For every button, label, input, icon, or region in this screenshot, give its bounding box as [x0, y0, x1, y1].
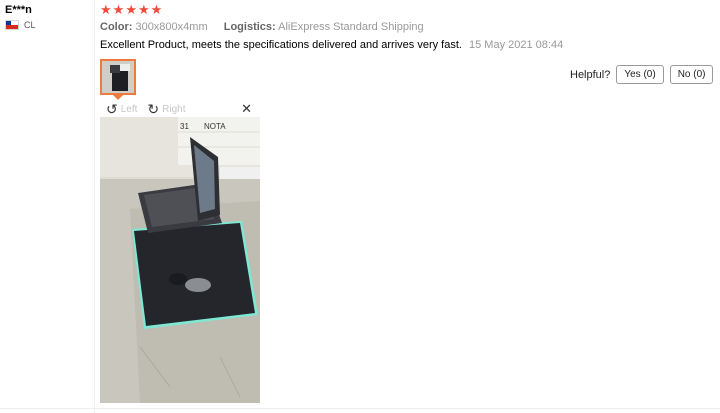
star-icon: ★ — [100, 2, 112, 17]
rotate-left-button[interactable]: ↺ Left — [106, 102, 137, 116]
review-photo: 31 NOTA — [100, 117, 260, 403]
country-code: CL — [24, 20, 36, 30]
star-rating: ★ ★ ★ ★ ★ — [100, 3, 162, 16]
photo-viewer-toolbar: ↺ Left ↻ Right ✕ — [100, 101, 260, 117]
helpful-yes-button[interactable]: Yes (0) — [616, 65, 664, 84]
thumbnail-pointer — [113, 95, 123, 100]
star-icon: ★ — [112, 2, 125, 17]
helpful-label: Helpful? — [570, 68, 611, 81]
review-date: 15 May 2021 08:44 — [469, 39, 564, 51]
review-divider — [0, 408, 720, 409]
review-meta: Color: 300x800x4mm Logistics: AliExpress… — [100, 21, 424, 33]
chile-flag-icon — [5, 20, 19, 30]
helpful-no-button[interactable]: No (0) — [669, 65, 714, 84]
helpful-votes: Helpful? Yes (0) No (0) — [570, 65, 714, 84]
logistics-label: Logistics: — [223, 21, 276, 33]
rotate-right-label: Right — [162, 103, 186, 115]
reviewer-name: E***n — [5, 4, 32, 16]
review-content: Excellent Product, meets the specificati… — [100, 39, 563, 51]
paper-text-nota: NOTA — [204, 122, 226, 131]
color-value: 300x800x4mm — [135, 21, 208, 33]
rotate-left-label: Left — [120, 103, 138, 115]
rotate-right-icon: ↻ — [147, 101, 160, 117]
rotate-right-button[interactable]: ↻ Right — [147, 102, 185, 116]
reviewer-country: CL — [5, 20, 36, 30]
close-icon[interactable]: ✕ — [241, 101, 252, 117]
star-icon: ★ — [150, 2, 163, 17]
paper-text-31: 31 — [180, 122, 189, 131]
star-icon: ★ — [137, 2, 150, 17]
reviewer-column: E***n CL — [0, 0, 95, 413]
review-photo-image: 31 NOTA — [100, 117, 260, 403]
star-icon: ★ — [125, 2, 137, 17]
review-photo-thumbnail[interactable] — [100, 59, 136, 95]
rotate-left-icon: ↺ — [106, 101, 118, 117]
review-text: Excellent Product, meets the specificati… — [100, 39, 462, 51]
color-label: Color: — [100, 21, 133, 33]
logistics-value: AliExpress Standard Shipping — [278, 21, 424, 33]
